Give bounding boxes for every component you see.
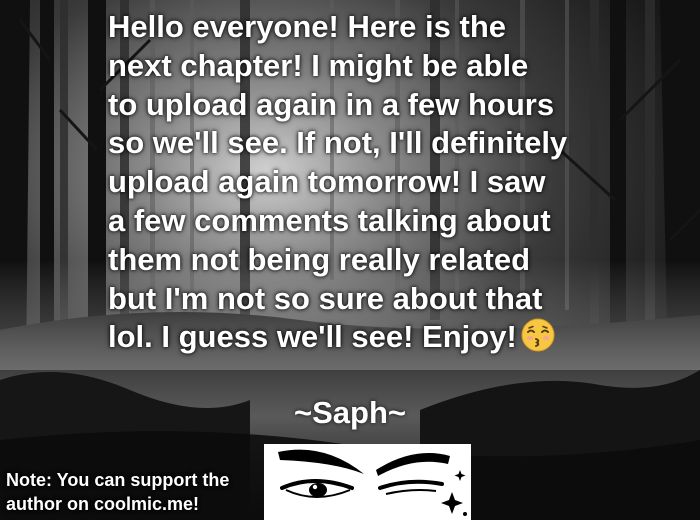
message-line: so we'll see. If not, I'll definitely	[108, 125, 568, 161]
message-line: to upload again in a few hours	[108, 86, 555, 122]
message-line: a few comments talking about	[108, 202, 551, 238]
message-line: but I'm not so sure about that	[108, 280, 543, 316]
announcement-image: Hello everyone! Here is the next chapter…	[0, 0, 700, 520]
support-note-line: author on coolmic.me!	[6, 494, 200, 514]
message-line: next chapter! I might be able	[108, 47, 529, 83]
announcement-message: Hello everyone! Here is the next chapter…	[108, 8, 608, 362]
support-note: Note: You can support the author on cool…	[6, 468, 266, 516]
message-line: them not being really related	[108, 241, 531, 277]
kissing-face-closed-eyes-icon	[521, 318, 555, 362]
support-note-line: Note: You can support the	[6, 470, 230, 490]
message-line: lol. I guess we'll see! Enjoy!	[108, 319, 517, 355]
signature: ~Saph~	[294, 395, 406, 430]
eyes-sketch-icon	[264, 444, 471, 520]
message-line: upload again tomorrow! I saw	[108, 164, 546, 200]
message-line: Hello everyone! Here is the	[108, 9, 506, 44]
